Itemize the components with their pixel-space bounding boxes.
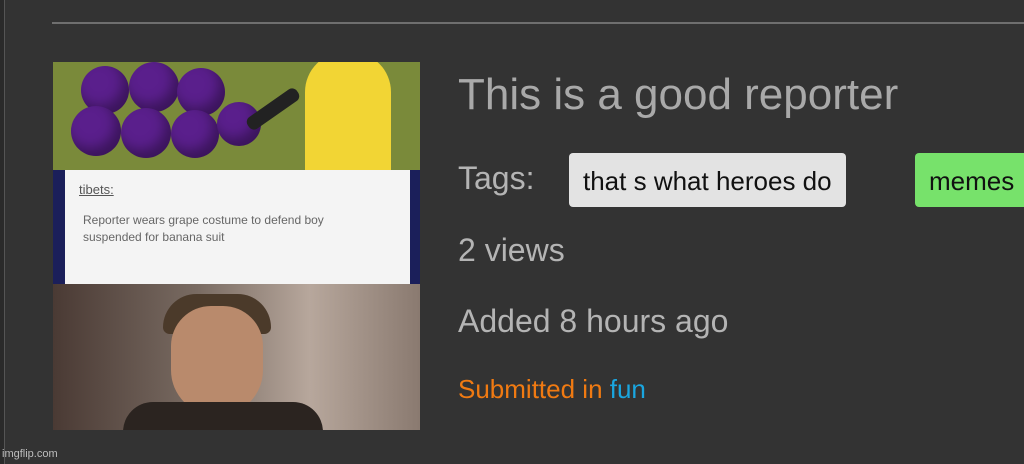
- tumblr-username: tibets:: [79, 182, 114, 197]
- meme-thumbnail[interactable]: tibets: Reporter wears grape costume to …: [53, 62, 420, 430]
- submitted-prefix: Submitted in: [458, 374, 610, 404]
- thumbnail-panel-grape-reporter: [53, 62, 420, 170]
- divider: [52, 22, 1024, 24]
- thumbnail-panel-reaction: [53, 284, 420, 430]
- post-title[interactable]: This is a good reporter: [458, 70, 898, 120]
- left-edge: [0, 0, 5, 464]
- tumblr-post-text: Reporter wears grape costume to defend b…: [83, 213, 324, 244]
- view-count: 2 views: [458, 232, 565, 268]
- tags-label: Tags:: [458, 160, 535, 196]
- submitted-in: Submitted in fun: [458, 374, 646, 405]
- thumbnail-panel-caption: tibets: Reporter wears grape costume to …: [53, 170, 420, 284]
- tag-that-s-what-heroes-do[interactable]: that s what heroes do: [569, 153, 846, 207]
- added-time: Added 8 hours ago: [458, 303, 729, 339]
- watermark: imgflip.com: [2, 448, 58, 460]
- tag-memes[interactable]: memes: [915, 153, 1024, 207]
- category-link[interactable]: fun: [610, 374, 646, 404]
